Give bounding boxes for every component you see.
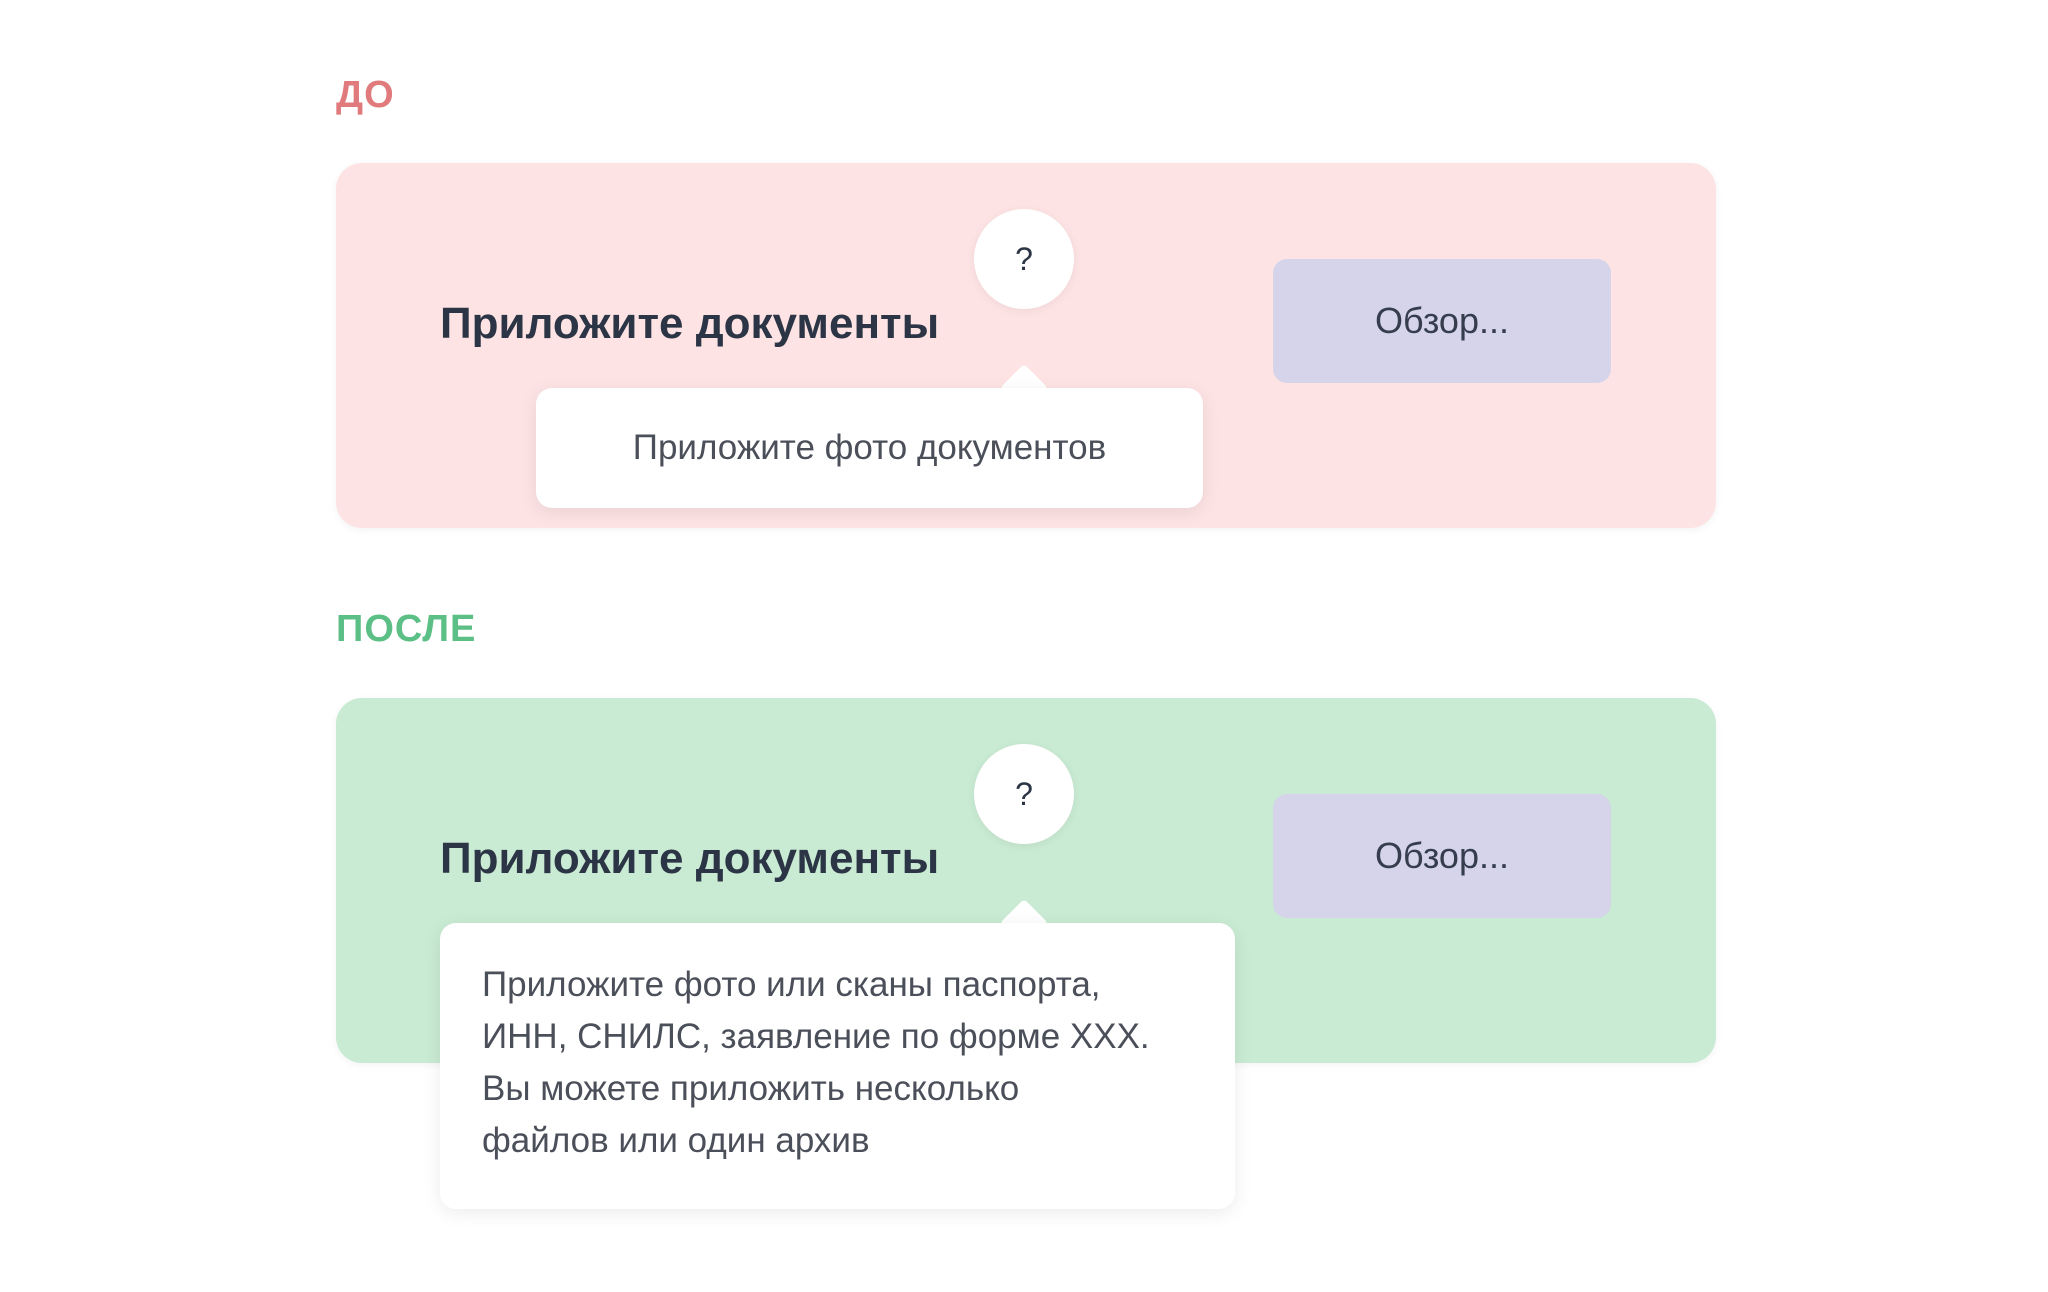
question-mark-icon: ? bbox=[1015, 775, 1033, 812]
tooltip-line: ИНН, СНИЛС, заявление по форме ХХХ. bbox=[482, 1017, 1150, 1056]
browse-button[interactable]: Обзор... bbox=[1273, 259, 1611, 383]
help-icon-button[interactable]: ? bbox=[974, 744, 1074, 844]
before-panel: Приложите документы ? Обзор... Приложите… bbox=[336, 163, 1716, 528]
question-mark-icon: ? bbox=[1015, 240, 1033, 277]
tooltip-before: Приложите фото документов bbox=[536, 388, 1203, 508]
field-title: Приложите документы bbox=[440, 834, 940, 883]
before-label: ДО bbox=[336, 74, 395, 116]
field-title: Приложите документы bbox=[440, 299, 940, 348]
after-panel: Приложите документы ? Обзор... Приложите… bbox=[336, 698, 1716, 1209]
tooltip-line: файлов или один архив bbox=[482, 1121, 870, 1160]
tooltip-line: Вы можете приложить несколько bbox=[482, 1069, 1020, 1108]
tooltip-text: Приложите фото документов bbox=[632, 428, 1107, 467]
help-icon-button[interactable]: ? bbox=[974, 209, 1074, 309]
tooltip-line: Приложите фото или сканы паспорта, bbox=[482, 965, 1101, 1004]
tooltip-after: Приложите фото или сканы паспорта, ИНН, … bbox=[440, 923, 1235, 1209]
browse-button[interactable]: Обзор... bbox=[1273, 794, 1611, 918]
after-label: ПОСЛЕ bbox=[336, 608, 477, 650]
